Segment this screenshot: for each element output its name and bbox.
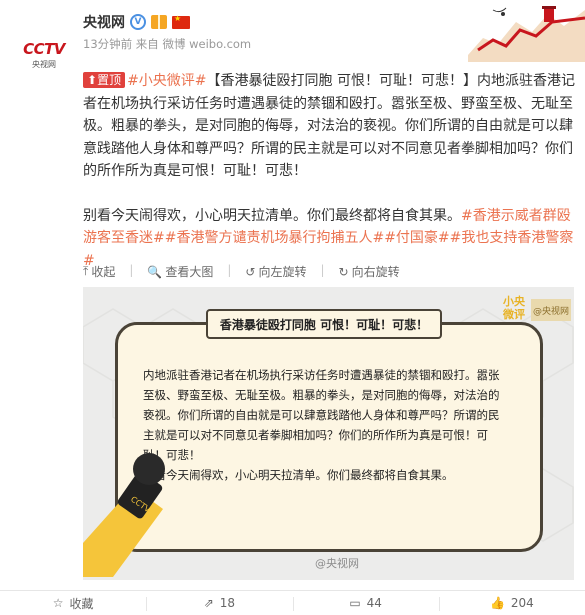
post-paragraph-2: 别看今天闹得欢，小心明天拉清单。你们最终都将自食其果。#香港示威者群殴游客至香迷… [83, 205, 578, 273]
pinned-badge: ⬆置顶 [83, 72, 126, 88]
divider: | [320, 263, 325, 277]
verified-icon[interactable]: V [130, 14, 146, 30]
star-icon: ☆ [52, 596, 64, 610]
post-meta: 13分钟前 来自 微博 weibo.com [83, 36, 251, 52]
cctv-logo-subtitle: 央视网 [32, 60, 56, 69]
great-wall-decoration [468, 6, 585, 62]
comment-icon: ▭ [349, 596, 361, 610]
brand-mark: 小央 微评 [503, 295, 525, 321]
weibo-post-card: CCTV 央视网 央视网 V 13分钟前 来自 微博 weibo.com ⬆置顶… [0, 0, 585, 615]
repost-icon: ⇗ [203, 596, 214, 610]
topic-link-main[interactable]: #小央微评# [127, 73, 206, 89]
image-body-text: 内地派驻香港记者在机场执行采访任务时遭遇暴徒的禁锢和殴打。嚣张至极、野蛮至极、无… [143, 368, 500, 482]
topic-link-2[interactable]: #香港警方谴责机场暴行拘捕五人# [165, 230, 384, 246]
divider: | [227, 263, 232, 277]
rotate-left-icon: ↺ [245, 264, 256, 279]
like-button[interactable]: 👍 204 [438, 591, 585, 615]
image-title: 香港暴徒殴打同胞 可恨！可耻！可悲！ [206, 309, 442, 339]
view-large-button[interactable]: 🔍 查看大图 [147, 263, 213, 280]
account-avatar[interactable]: CCTV 央视网 [16, 30, 72, 80]
thumbs-up-icon: 👍 [489, 596, 505, 610]
divider: | [129, 263, 134, 277]
account-name-row: 央视网 V [83, 12, 190, 32]
rotate-right-icon: ↻ [338, 264, 349, 279]
image-watermark: @央视网 [315, 557, 359, 570]
post-paragraph-1: ⬆置顶 #小央微评#【香港暴徒殴打同胞 可恨！可耻！可悲！】内地派驻香港记者在机场… [83, 70, 578, 183]
rotate-left-button[interactable]: ↺ 向左旋转 [245, 263, 306, 280]
account-name[interactable]: 央视网 [83, 12, 125, 32]
post-source[interactable]: 来自 微博 weibo.com [136, 37, 251, 51]
magnify-icon: 🔍 [147, 264, 163, 279]
china-flag-icon [172, 14, 190, 29]
collapse-icon: ⤒ [83, 264, 89, 278]
post-headline: 【香港暴徒殴打同胞 可恨！可耻！可悲！】 [206, 73, 477, 89]
post-closing: 别看今天闹得欢，小心明天拉清单。你们最终都将自食其果。 [83, 207, 461, 224]
post-footer: ☆ 收藏 ⇗ 18 ▭ 44 👍 204 [0, 590, 585, 615]
topic-link-3[interactable]: #付国豪# [384, 230, 449, 246]
collapse-button[interactable]: ⤒ 收起 [83, 263, 115, 280]
comment-button[interactable]: ▭ 44 [292, 591, 439, 615]
rotate-right-button[interactable]: ↻ 向右旋转 [339, 263, 400, 280]
post-image[interactable]: 香港暴徒殴打同胞 可恨！可耻！可悲！ 小央 微评 @央视网 内地派驻香港记者在机… [83, 287, 574, 580]
cctv-logo: CCTV [23, 40, 65, 58]
repost-button[interactable]: ⇗ 18 [146, 591, 292, 615]
microphone-icon: CCTV [83, 453, 165, 577]
member-badge-icon[interactable] [151, 15, 167, 29]
post-text: ⬆置顶 #小央微评#【香港暴徒殴打同胞 可恨！可耻！可悲！】内地派驻香港记者在机场… [83, 70, 578, 272]
image-action-bar: ⤒ 收起 | 🔍 查看大图 | ↺ 向左旋转 | ↻ 向右旋转 [83, 263, 400, 280]
post-time[interactable]: 13分钟前 [83, 37, 132, 51]
favorite-button[interactable]: ☆ 收藏 [0, 591, 146, 615]
brand-tag: @央视网 [531, 299, 571, 321]
